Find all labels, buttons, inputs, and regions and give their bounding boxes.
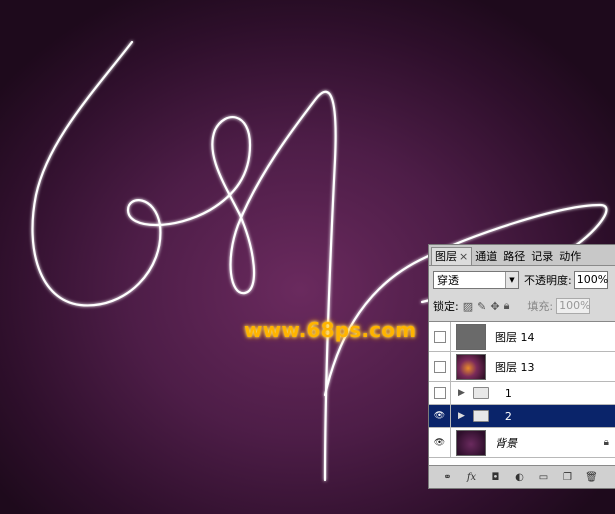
blend-mode-select[interactable]: 穿透 ▼ xyxy=(433,271,519,289)
visibility-toggle[interactable] xyxy=(429,382,451,404)
stroke-loop-six xyxy=(31,40,337,482)
visibility-off-box xyxy=(433,387,446,399)
mask-icon[interactable]: ◘ xyxy=(489,471,502,483)
eye-icon: 👁︎ xyxy=(433,411,446,421)
fx-icon[interactable]: fx xyxy=(465,471,478,483)
layer-name: 图层 13 xyxy=(495,360,535,374)
blend-opacity-row: 穿透 ▼ 不透明度: 100% xyxy=(433,270,615,290)
chevron-down-icon[interactable]: ▼ xyxy=(505,272,518,288)
new-layer-icon[interactable]: ❐ xyxy=(561,471,574,483)
opacity-input[interactable]: 100% xyxy=(573,271,608,289)
trash-icon[interactable]: 🗑︎ xyxy=(585,471,598,483)
blend-mode-value: 穿透 xyxy=(437,274,459,287)
watermark-text: www.68ps.com xyxy=(244,318,417,342)
lock-fill-row: 锁定: ▨ ✎ ✥ 🔒︎ 填充: 100% xyxy=(433,297,615,315)
lock-label: 锁定: xyxy=(433,300,459,313)
lock-pixels-icon[interactable]: ✎ xyxy=(477,300,486,313)
group-row-2[interactable]: 👁︎ ▶ 2 xyxy=(429,405,615,428)
layer-name: 图层 14 xyxy=(495,330,535,344)
folder-icon xyxy=(472,410,489,422)
layer-row-background[interactable]: 👁︎ 背景 🔒︎ xyxy=(429,428,615,458)
lock-transparency-icon[interactable]: ▨ xyxy=(463,300,473,313)
layer-row-13[interactable]: 图层 13 xyxy=(429,352,615,382)
tab-layers[interactable]: 图层 × xyxy=(431,247,473,265)
group-name: 1 xyxy=(504,386,512,400)
panel-tab-bar: 图层 × 通道 路径 记录 动作 xyxy=(429,245,615,266)
visibility-toggle[interactable]: 👁︎ xyxy=(429,405,451,427)
group-row-1[interactable]: ▶ 1 xyxy=(429,382,615,405)
layer-name: 背景 xyxy=(495,436,517,450)
panel-bottom-toolbar: ⚭ fx ◘ ◐ ▭ ❐ 🗑︎ xyxy=(429,465,615,488)
layer-thumbnail xyxy=(456,429,486,456)
expand-triangle-icon[interactable]: ▶ xyxy=(458,388,465,398)
visibility-toggle[interactable]: 👁︎ xyxy=(429,428,451,457)
visibility-toggle[interactable] xyxy=(429,352,451,381)
tab-layers-label: 图层 xyxy=(435,250,457,263)
eye-icon: 👁︎ xyxy=(433,437,446,448)
lock-position-icon[interactable]: ✥ xyxy=(490,300,499,313)
link-icon[interactable]: ⚭ xyxy=(441,471,454,483)
new-group-icon[interactable]: ▭ xyxy=(537,471,550,483)
layer-list: 图层 14 图层 13 ▶ 1 👁︎ ▶ 2 👁︎ 背景 🔒︎ xyxy=(429,321,615,467)
tab-close-icon[interactable]: × xyxy=(459,250,468,263)
adjustment-icon[interactable]: ◐ xyxy=(513,471,526,483)
lock-all-icon[interactable]: 🔒︎ xyxy=(504,299,510,313)
lock-icon: 🔒︎ xyxy=(603,437,609,448)
layer-thumbnail xyxy=(456,353,486,380)
layer-thumbnail xyxy=(456,323,486,350)
folder-icon xyxy=(472,387,489,399)
fill-label: 填充: xyxy=(527,300,554,313)
visibility-off-box xyxy=(433,360,446,373)
group-name: 2 xyxy=(504,409,512,423)
layers-panel: 图层 × 通道 路径 记录 动作 穿透 ▼ 不透明度: 100% 锁定: ▨ ✎ … xyxy=(428,244,615,489)
expand-triangle-icon[interactable]: ▶ xyxy=(458,411,465,421)
visibility-toggle[interactable] xyxy=(429,322,451,351)
tab-history[interactable]: 记录 xyxy=(528,248,556,265)
visibility-off-box xyxy=(433,330,446,343)
tab-channels[interactable]: 通道 xyxy=(472,248,500,265)
layer-row-14[interactable]: 图层 14 xyxy=(429,322,615,352)
fill-input[interactable]: 100% xyxy=(556,298,591,314)
tab-paths[interactable]: 路径 xyxy=(500,248,528,265)
opacity-label: 不透明度: xyxy=(524,274,572,287)
tab-actions[interactable]: 动作 xyxy=(556,248,584,265)
